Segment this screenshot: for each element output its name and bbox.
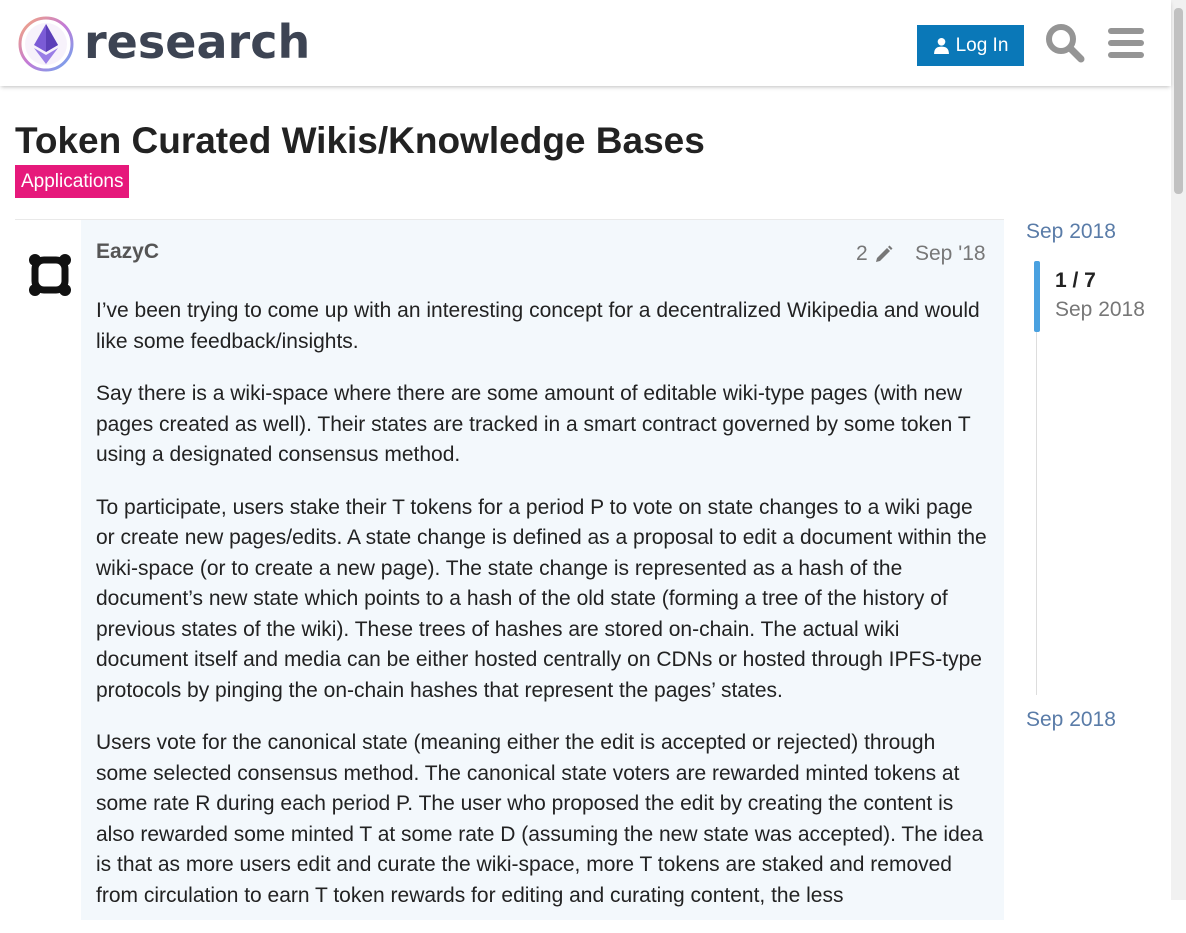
site-header: research Log In [0, 0, 1171, 86]
category-badge[interactable]: Applications [15, 165, 130, 198]
timeline-start-date[interactable]: Sep 2018 [1026, 220, 1116, 244]
post-avatar-column [15, 220, 81, 920]
post-date[interactable]: Sep '18 [915, 242, 986, 266]
post-username[interactable]: EazyC [96, 240, 159, 264]
search-icon[interactable] [1044, 22, 1086, 64]
timeline-end-date[interactable]: Sep 2018 [1026, 708, 1116, 732]
hamburger-menu-icon[interactable] [1105, 22, 1147, 64]
topic-title[interactable]: Token Curated Wikis/Knowledge Bases [15, 118, 705, 164]
timeline-position: 1 / 7 [1055, 269, 1096, 292]
timeline-position-date: Sep 2018 [1055, 298, 1145, 321]
post-content: I’ve been trying to come up with an inte… [96, 296, 991, 933]
avatar-icon[interactable] [25, 250, 75, 300]
timeline-handle[interactable] [1034, 261, 1040, 332]
post-paragraph: I’ve been trying to come up with an inte… [96, 299, 980, 353]
edit-history-button[interactable]: 2 [856, 242, 894, 266]
page-scrollbar[interactable] [1171, 0, 1186, 900]
post: EazyC 2 Sep '18 I’ve been trying to come… [15, 219, 1004, 920]
post-paragraph: Say there is a wiki-space where there ar… [96, 382, 971, 466]
edit-count: 2 [856, 242, 868, 265]
login-label: Log In [955, 34, 1009, 56]
login-button[interactable]: Log In [917, 25, 1024, 66]
research-logo-icon[interactable] [16, 14, 76, 74]
site-logo-text[interactable]: research [84, 14, 310, 70]
scrollbar-thumb[interactable] [1174, 8, 1183, 194]
user-icon [933, 37, 949, 54]
pencil-icon [875, 245, 893, 262]
post-body: EazyC 2 Sep '18 I’ve been trying to come… [81, 220, 1004, 920]
post-paragraph: To participate, users stake their T toke… [96, 495, 987, 702]
post-paragraph: Users vote for the canonical state (mean… [96, 731, 984, 907]
